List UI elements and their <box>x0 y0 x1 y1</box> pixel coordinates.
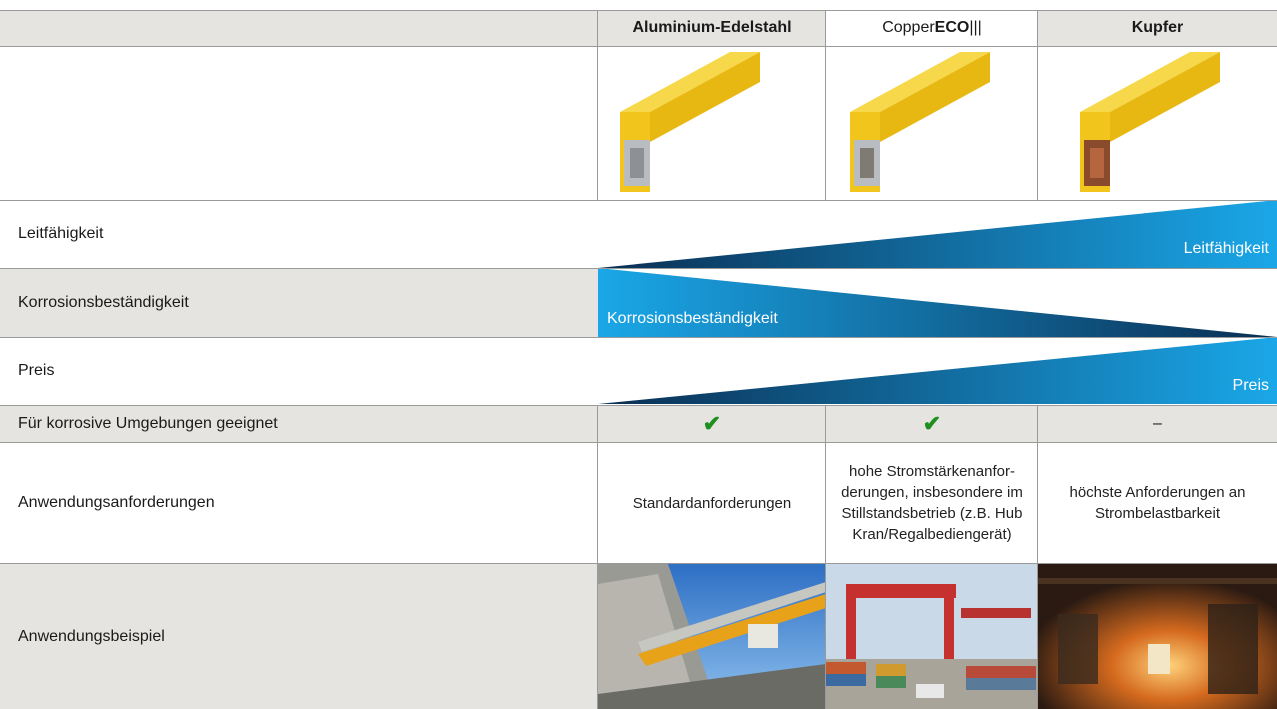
row-label-conductivity: Leitfähigkeit <box>18 225 104 242</box>
corrosion-bar-label: Korrosionsbeständigkeit <box>607 310 778 327</box>
line-price-bottom <box>0 405 1277 406</box>
line-req-bottom <box>0 563 1277 564</box>
line-top <box>0 10 1277 11</box>
comparison-table: Aluminium-Edelstahl Copper ECO ||| Kupfer… <box>0 0 1277 709</box>
header-coppereco: Copper ECO ||| <box>826 10 1038 46</box>
rail-coppereco-image <box>850 52 990 192</box>
vline-col2-lower <box>825 405 826 709</box>
corrosive-env-coppereco-check: ✔ <box>826 406 1038 442</box>
example-photo-steelworks <box>1038 564 1277 709</box>
requirements-kupfer: höchste Anforderungen an Strombelastbark… <box>1069 484 1246 522</box>
row-label-requirements: Anwendungsanforderungen <box>18 494 215 511</box>
vline-col2 <box>825 10 826 200</box>
price-wedge <box>598 337 1277 404</box>
rail-kupfer-image <box>1080 52 1220 192</box>
price-bar-label: Preis <box>1232 377 1269 394</box>
vline-col3 <box>1037 10 1038 200</box>
line-conductivity-bottom <box>0 268 1277 269</box>
header-aluminium: Aluminium-Edelstahl <box>632 19 792 36</box>
row-label-corrosive-env: Für korrosive Umgebungen geeignet <box>0 406 598 442</box>
header-kupfer: Kupfer <box>1131 19 1184 36</box>
line-corrosion-bottom <box>0 337 1277 338</box>
line-header-bottom <box>0 46 1277 47</box>
row-label-example: Anwendungsbeispiel <box>0 564 598 709</box>
example-photo-port <box>826 564 1038 709</box>
corrosive-env-aluminium-check: ✔ <box>598 406 826 442</box>
line-images-bottom <box>0 200 1277 201</box>
example-photo-crane <box>598 564 826 709</box>
line-env-bottom <box>0 442 1277 443</box>
requirements-coppereco: hohe Stromstärkenanfor-derungen, insbeso… <box>841 463 1023 543</box>
row-label-corrosion: Korrosionsbeständigkeit <box>18 293 189 311</box>
vline-col3-lower <box>1037 405 1038 709</box>
row-label-price: Preis <box>18 361 55 379</box>
conductivity-bar-label: Leitfähigkeit <box>1183 240 1269 257</box>
vline-col1-lower <box>597 405 598 709</box>
conductivity-wedge <box>598 200 1277 268</box>
corrosive-env-kupfer-dash: – <box>1038 406 1277 442</box>
rail-aluminium-image <box>620 52 760 192</box>
vline-col1 <box>597 10 598 200</box>
requirements-aluminium: Standardanforderungen <box>632 494 792 512</box>
